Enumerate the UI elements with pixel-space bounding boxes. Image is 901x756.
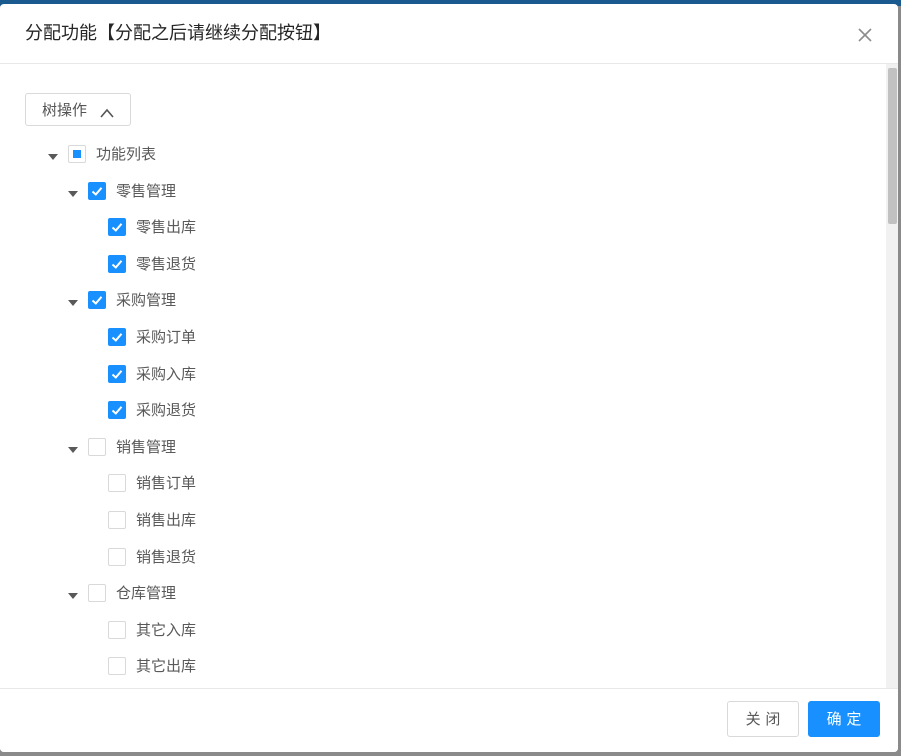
tree-checkbox[interactable] bbox=[88, 584, 106, 602]
tree-checkbox[interactable] bbox=[108, 401, 126, 419]
tree-node-label[interactable]: 采购入库 bbox=[136, 364, 196, 384]
tree-node-leaf: 其它入库 bbox=[87, 616, 487, 644]
tree-operation-button[interactable]: 树操作 bbox=[25, 93, 131, 126]
tree-node-label[interactable]: 零售出库 bbox=[136, 217, 196, 237]
tree-node-group: 仓库管理 bbox=[67, 579, 467, 607]
tree-operation-label: 树操作 bbox=[42, 101, 88, 119]
scrollbar-thumb[interactable] bbox=[888, 68, 897, 224]
tree-node-label[interactable]: 销售管理 bbox=[116, 437, 176, 457]
tree-checkbox[interactable] bbox=[108, 218, 126, 236]
tree-node-group: 采购管理 bbox=[67, 286, 467, 314]
close-icon[interactable] bbox=[853, 23, 877, 47]
tree-node-label[interactable]: 销售订单 bbox=[136, 473, 196, 493]
tree-checkbox[interactable] bbox=[108, 657, 126, 675]
tree-node-leaf: 采购退货 bbox=[87, 396, 487, 424]
caret-down-icon[interactable] bbox=[67, 441, 79, 453]
caret-down-icon[interactable] bbox=[47, 148, 59, 160]
tree-node-label[interactable]: 采购退货 bbox=[136, 400, 196, 420]
dialog-title: 分配功能【分配之后请继续分配按钮】 bbox=[25, 23, 331, 44]
tree-node-label[interactable]: 其它入库 bbox=[136, 620, 196, 640]
tree-node-leaf: 销售订单 bbox=[87, 469, 487, 497]
tree-node-group: 销售管理 bbox=[67, 433, 467, 461]
tree-checkbox[interactable] bbox=[108, 548, 126, 566]
tree-checkbox[interactable] bbox=[88, 182, 106, 200]
indeterminate-mark bbox=[73, 150, 81, 158]
tree-node-leaf: 其它出库 bbox=[87, 652, 487, 680]
dialog-body: 树操作 功能列表零售管理零售出库零售退货采购管理采购订单采购入库采购退货销售管理… bbox=[0, 64, 898, 688]
caret-down-icon[interactable] bbox=[67, 185, 79, 197]
tree-node-label[interactable]: 销售退货 bbox=[136, 547, 196, 567]
tree-node-label[interactable]: 零售退货 bbox=[136, 254, 196, 274]
tree-checkbox[interactable] bbox=[88, 291, 106, 309]
confirm-button[interactable]: 确 定 bbox=[808, 701, 880, 737]
tree-checkbox[interactable] bbox=[68, 145, 86, 163]
caret-down-icon[interactable] bbox=[67, 294, 79, 306]
tree-checkbox[interactable] bbox=[108, 255, 126, 273]
tree-node-leaf: 销售出库 bbox=[87, 506, 487, 534]
tree-checkbox[interactable] bbox=[108, 621, 126, 639]
tree-node-label[interactable]: 采购订单 bbox=[136, 327, 196, 347]
caret-down-icon[interactable] bbox=[67, 587, 79, 599]
tree-checkbox[interactable] bbox=[88, 438, 106, 456]
tree-root: 功能列表 bbox=[47, 140, 447, 168]
dialog-header: 分配功能【分配之后请继续分配按钮】 bbox=[0, 4, 898, 64]
tree-node-label[interactable]: 销售出库 bbox=[136, 510, 196, 530]
tree-node-leaf: 采购入库 bbox=[87, 360, 487, 388]
chevron-up-icon bbox=[99, 104, 115, 118]
tree-node-label[interactable]: 零售管理 bbox=[116, 181, 176, 201]
tree-node-label[interactable]: 功能列表 bbox=[96, 144, 156, 164]
tree-node-leaf: 零售出库 bbox=[87, 213, 487, 241]
dialog-footer: 关 闭 确 定 bbox=[0, 688, 898, 752]
tree-node-label[interactable]: 采购管理 bbox=[116, 290, 176, 310]
tree-checkbox[interactable] bbox=[108, 328, 126, 346]
tree-node-label[interactable]: 其它出库 bbox=[136, 656, 196, 676]
tree-node-leaf: 采购订单 bbox=[87, 323, 487, 351]
assign-function-dialog: 分配功能【分配之后请继续分配按钮】 树操作 功能列表零售管理零售出库零售退货采购… bbox=[0, 4, 898, 752]
tree-node-label[interactable]: 仓库管理 bbox=[116, 583, 176, 603]
tree-node-group: 零售管理 bbox=[67, 177, 467, 205]
tree-node-leaf: 销售退货 bbox=[87, 543, 487, 571]
tree-checkbox[interactable] bbox=[108, 474, 126, 492]
tree-checkbox[interactable] bbox=[108, 365, 126, 383]
tree-checkbox[interactable] bbox=[108, 511, 126, 529]
tree-node-leaf: 零售退货 bbox=[87, 250, 487, 278]
close-button[interactable]: 关 闭 bbox=[727, 701, 799, 737]
